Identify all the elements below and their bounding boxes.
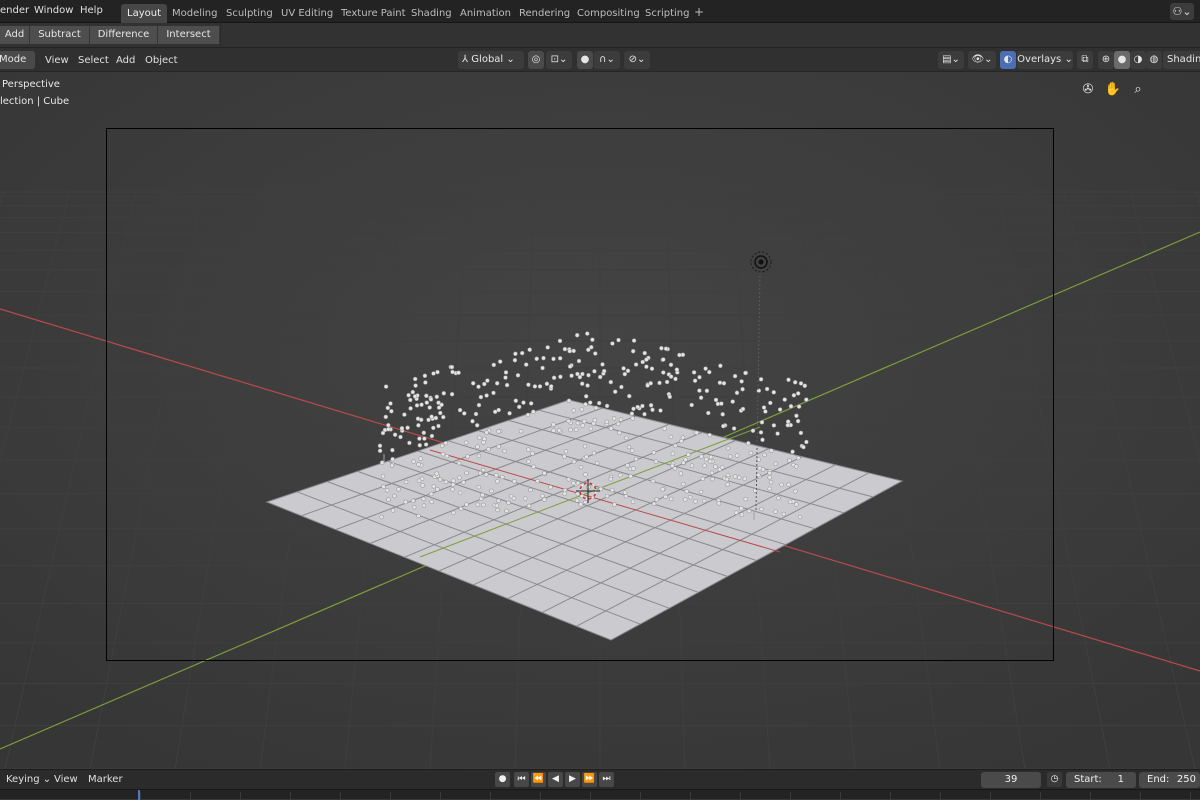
tab-layout[interactable]: Layout (121, 4, 167, 23)
clock-icon[interactable]: ◷ (1047, 772, 1062, 787)
keying-dropdown[interactable]: Keying ⌄ (6, 774, 51, 785)
link-icon[interactable]: ⊘⌄ (624, 51, 650, 69)
tab-modeling[interactable]: Modeling (166, 4, 224, 23)
tab-shading[interactable]: Shading (405, 4, 458, 23)
wireframe-shading-icon[interactable]: ⊕ (1098, 51, 1114, 69)
overlays-icon[interactable]: ◐ (1000, 51, 1016, 69)
tab-rendering[interactable]: Rendering (513, 4, 576, 23)
add-workspace-button[interactable]: + (692, 4, 706, 20)
falloff-icon[interactable]: ∩⌄ (594, 51, 620, 69)
tab-scripting[interactable]: Scripting (639, 4, 695, 23)
camera-frame (106, 128, 1054, 661)
gizmo-icon[interactable]: 👁⌄ (968, 51, 996, 69)
timeline-menu-view[interactable]: View (54, 774, 78, 785)
snap-icon[interactable]: ⊡⌄ (546, 51, 572, 69)
start-label: Start: (1074, 774, 1102, 785)
menu-select[interactable]: Select (78, 52, 109, 69)
solid-shading-icon[interactable]: ● (1114, 51, 1130, 69)
tab-sculpting[interactable]: Sculpting (220, 4, 279, 23)
viewport-header: Mode ⌄ View Select Add Object ⅄ Global ⌄… (0, 48, 1200, 83)
timeline-header: Keying ⌄ View Marker ● ⏮ ⏪ ◀ ▶ ⏩ ⏭ 39 ◷ … (0, 769, 1200, 789)
menu-help[interactable]: Help (80, 5, 103, 16)
pivot-point-icon[interactable]: ◎ (528, 51, 544, 69)
start-value: 1 (1117, 774, 1124, 785)
menu-object[interactable]: Object (145, 52, 178, 69)
record-icon[interactable]: ● (495, 772, 510, 787)
xray-icon[interactable]: ⧉ (1077, 51, 1093, 69)
prev-keyframe-icon[interactable]: ⏪ (531, 772, 546, 787)
chevron-down-icon: ⌄ (1064, 54, 1073, 65)
toolbar-divider (220, 23, 225, 48)
proportional-edit-icon[interactable]: ● (577, 51, 593, 69)
timeline-scrubber[interactable] (0, 789, 1200, 800)
current-frame-field[interactable]: 39 (981, 772, 1041, 788)
tab-uv-editing[interactable]: UV Editing (275, 4, 339, 23)
orientation-icon: ⅄ (462, 54, 469, 65)
add-bool-button[interactable]: Add (0, 26, 30, 44)
mode-dropdown[interactable]: Mode ⌄ (0, 51, 35, 83)
3d-viewport[interactable]: Perspective lection | Cube ✇ ✋ ⌕ (0, 72, 1200, 769)
rendered-shading-icon[interactable]: ◍ (1146, 51, 1162, 69)
menu-window[interactable]: Window (34, 5, 73, 16)
material-shading-icon[interactable]: ◑ (1130, 51, 1146, 69)
tab-texture-paint[interactable]: Texture Paint (335, 4, 412, 23)
menu-view[interactable]: View (45, 52, 69, 69)
transform-orientation-dropdown[interactable]: ⅄ Global ⌄ (458, 51, 524, 69)
shading-dropdown[interactable]: Shading (1163, 51, 1200, 69)
difference-button[interactable]: Difference (90, 26, 158, 44)
menu-add[interactable]: Add (116, 52, 135, 69)
orientation-label: Global (471, 54, 504, 65)
jump-end-icon[interactable]: ⏭ (599, 772, 614, 787)
overlays-label: Overlays (1017, 54, 1062, 65)
play-icon[interactable]: ▶ (565, 772, 580, 787)
chevron-down-icon: ⌄ (42, 774, 52, 785)
hand-icon[interactable]: ✋ (1104, 81, 1122, 99)
chevron-down-icon: ⌄ (506, 54, 515, 65)
jump-start-icon[interactable]: ⏮ (514, 772, 529, 787)
end-value: 250 (1176, 774, 1196, 785)
timeline-menu-marker[interactable]: Marker (88, 774, 123, 785)
end-label: End: (1147, 774, 1170, 785)
top-menu-bar: ender Window Help Layout Modeling Sculpt… (0, 0, 1200, 23)
view-object-types-icon[interactable]: ▤⌄ (938, 51, 964, 69)
zoom-icon[interactable]: ⌕ (1129, 81, 1147, 99)
tab-compositing[interactable]: Compositing (571, 4, 646, 23)
intersect-button[interactable]: Intersect (158, 26, 220, 44)
end-frame-field[interactable]: End: 250 (1139, 772, 1200, 788)
camera-icon[interactable]: ✇ (1079, 81, 1097, 99)
mode-label: Mode (0, 54, 27, 65)
subtract-button[interactable]: Subtract (30, 26, 90, 44)
account-icon[interactable]: ⚇⌄ (1170, 3, 1194, 20)
start-frame-field[interactable]: Start: 1 (1066, 772, 1136, 788)
next-keyframe-icon[interactable]: ⏩ (582, 772, 597, 787)
overlays-dropdown[interactable]: Overlays ⌄ (1017, 51, 1073, 69)
menu-render[interactable]: ender (0, 5, 29, 16)
boolean-toolbar: Add Subtract Difference Intersect (0, 23, 1200, 48)
tab-animation[interactable]: Animation (454, 4, 517, 23)
play-reverse-icon[interactable]: ◀ (548, 772, 563, 787)
view-name-label: Perspective (2, 79, 60, 90)
keying-label: Keying (6, 774, 40, 785)
collection-label: lection | Cube (0, 96, 70, 107)
